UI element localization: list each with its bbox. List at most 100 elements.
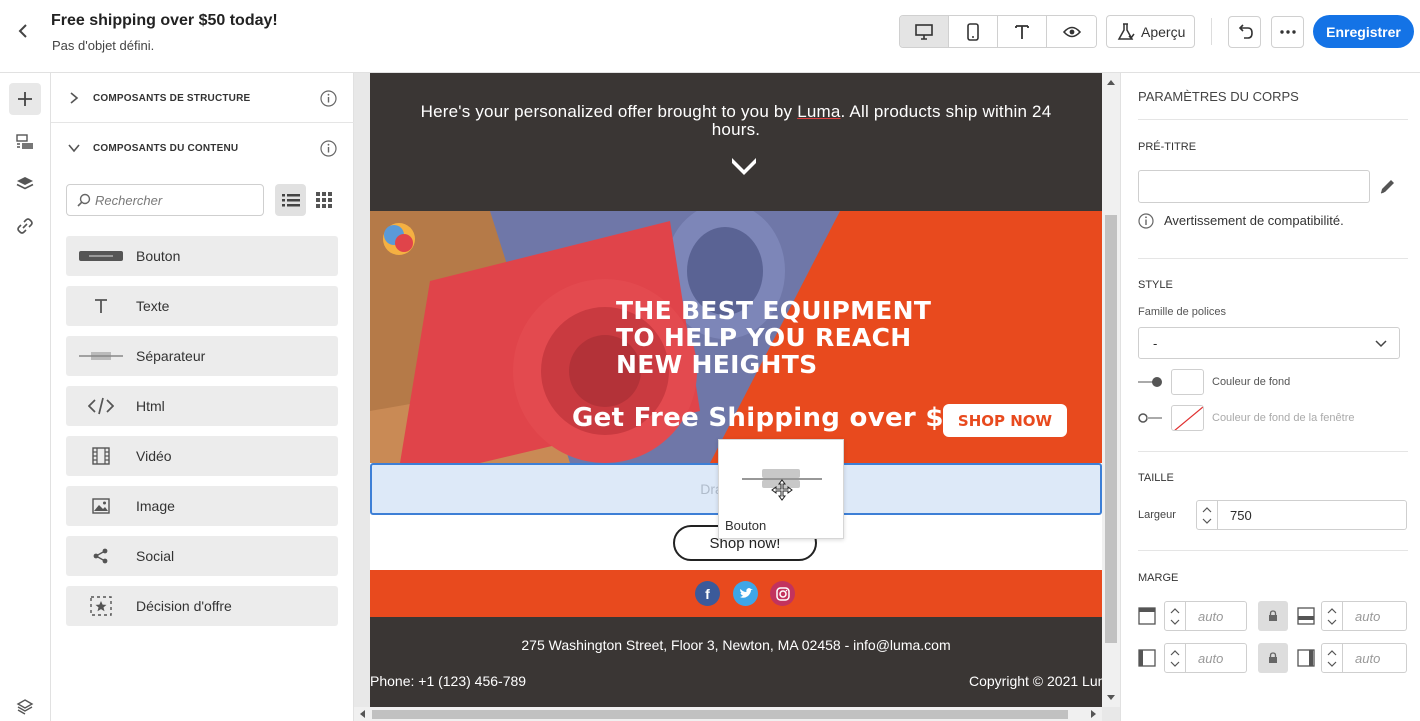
left-rail (0, 73, 51, 721)
chevron-right-icon (70, 92, 79, 104)
email-canvas: Here's your personalized offer brought t… (354, 73, 1120, 721)
chevron-up-icon (1170, 607, 1180, 613)
fragments-icon[interactable] (9, 126, 41, 158)
link-icon[interactable] (9, 210, 41, 242)
back-icon[interactable] (12, 20, 34, 42)
pretitle-label: PRÉ-TITRE (1138, 141, 1197, 153)
video-icon (92, 447, 110, 465)
component-text[interactable]: Texte (66, 286, 338, 326)
eye-view-button[interactable] (1047, 16, 1096, 47)
undo-icon (1238, 24, 1253, 39)
component-divider[interactable]: Séparateur (66, 336, 338, 376)
size-label: TAILLE (1138, 472, 1174, 484)
instagram-icon[interactable] (770, 581, 795, 606)
layers-icon[interactable] (9, 168, 41, 200)
grid-view-button[interactable] (308, 184, 339, 216)
horizontal-scrollbar[interactable] (354, 707, 1102, 721)
share-icon (93, 548, 108, 564)
component-label: Décision d'offre (136, 598, 232, 614)
component-label: Html (136, 398, 165, 414)
margin-left-stepper[interactable] (1164, 643, 1186, 673)
chevron-down-icon (1170, 619, 1180, 625)
vertical-scrollbar[interactable] (1102, 73, 1120, 707)
margin-top-stepper[interactable] (1164, 601, 1186, 631)
scroll-right-icon (1091, 710, 1096, 718)
text-icon (1015, 24, 1029, 39)
chevron-up-icon (1327, 607, 1337, 613)
mobile-view-button[interactable] (949, 16, 998, 47)
pencil-icon[interactable] (1379, 177, 1397, 195)
margin-left-input[interactable]: auto (1186, 643, 1247, 673)
component-image[interactable]: Image (66, 486, 338, 526)
component-label: Séparateur (136, 348, 206, 364)
component-label: Bouton (136, 248, 181, 264)
width-stepper[interactable] (1196, 500, 1218, 530)
preview-button[interactable]: Aperçu (1106, 15, 1195, 48)
desktop-view-button[interactable] (900, 16, 949, 47)
body-settings-panel: PARAMÈTRES DU CORPS PRÉ-TITRE Avertissem… (1120, 73, 1420, 721)
preheader-block[interactable]: Here's your personalized offer brought t… (370, 73, 1102, 211)
hero-banner[interactable]: THE BEST EQUIPMENT TO HELP YOU REACH NEW… (370, 211, 1102, 463)
bg-color-swatch[interactable] (1171, 369, 1204, 395)
component-html[interactable]: Html (66, 386, 338, 426)
chevron-down-icon (1202, 518, 1212, 524)
eye-icon (1062, 26, 1081, 37)
lock-icon[interactable] (1258, 643, 1288, 673)
chevron-up-icon (1202, 506, 1212, 512)
more-button[interactable] (1271, 16, 1304, 48)
width-input[interactable]: 750 (1218, 500, 1407, 530)
button-icon (79, 251, 123, 261)
margin-top-input[interactable]: auto (1186, 601, 1247, 631)
chevron-up-icon (1170, 649, 1180, 655)
top-bar: Free shipping over $50 today! Pas d'obje… (0, 0, 1420, 73)
component-social[interactable]: Social (66, 536, 338, 576)
font-family-select[interactable]: - (1138, 327, 1400, 359)
lock-icon[interactable] (1258, 601, 1288, 631)
chevron-down-icon (1170, 661, 1180, 667)
hero-shop-button[interactable]: SHOP NOW (943, 404, 1067, 437)
margin-bottom-input[interactable]: auto (1343, 601, 1407, 631)
header-divider (1211, 18, 1212, 45)
component-video[interactable]: Vidéo (66, 436, 338, 476)
footer-phone: Phone: +1 (123) 456-789 (370, 673, 527, 689)
margin-right-stepper[interactable] (1321, 643, 1343, 673)
desktop-icon (915, 23, 933, 40)
pretitle-input[interactable] (1138, 170, 1370, 203)
hero-headline: THE BEST EQUIPMENT TO HELP YOU REACH NEW… (616, 296, 932, 379)
twitter-icon[interactable] (733, 581, 758, 606)
text-icon (95, 299, 107, 313)
content-components-header[interactable]: COMPOSANTS DU CONTENU (51, 123, 354, 173)
window-bg-toggle[interactable] (1138, 412, 1164, 424)
mobile-icon (967, 22, 979, 41)
scroll-down-icon (1107, 695, 1115, 700)
margin-right-input[interactable]: auto (1343, 643, 1407, 673)
social-block: f (370, 570, 1102, 617)
window-bg-swatch[interactable] (1171, 405, 1204, 431)
undo-button[interactable] (1228, 16, 1261, 48)
info-icon (320, 139, 337, 157)
component-offer-decision[interactable]: Décision d'offre (66, 586, 338, 626)
list-view-button[interactable] (275, 184, 306, 216)
facebook-icon[interactable]: f (695, 581, 720, 606)
bg-color-toggle[interactable] (1138, 376, 1164, 388)
drag-ghost-label: Bouton (725, 518, 767, 533)
chevron-down-icon (1327, 619, 1337, 625)
code-icon (88, 397, 114, 415)
chevron-down-icon (732, 158, 756, 175)
component-search-input[interactable]: Rechercher (66, 184, 264, 216)
components-panel: COMPOSANTS DE STRUCTURE COMPOSANTS DU CO… (51, 73, 354, 721)
page-title: Free shipping over $50 today! (51, 12, 278, 29)
save-button[interactable]: Enregistrer (1313, 15, 1414, 48)
style-label: STYLE (1138, 279, 1173, 291)
layers-settings-icon[interactable] (9, 691, 41, 721)
add-icon[interactable] (9, 83, 41, 115)
structure-components-header[interactable]: COMPOSANTS DE STRUCTURE (51, 73, 354, 123)
bg-color-label: Couleur de fond (1212, 376, 1291, 388)
chevron-down-icon (1375, 340, 1387, 348)
text-view-button[interactable] (998, 16, 1047, 47)
search-placeholder: Rechercher (95, 192, 163, 208)
component-button[interactable]: Bouton (66, 236, 338, 276)
component-label: Vidéo (136, 448, 172, 464)
margin-bottom-stepper[interactable] (1321, 601, 1343, 631)
page-subtitle: Pas d'objet défini. (52, 38, 155, 53)
